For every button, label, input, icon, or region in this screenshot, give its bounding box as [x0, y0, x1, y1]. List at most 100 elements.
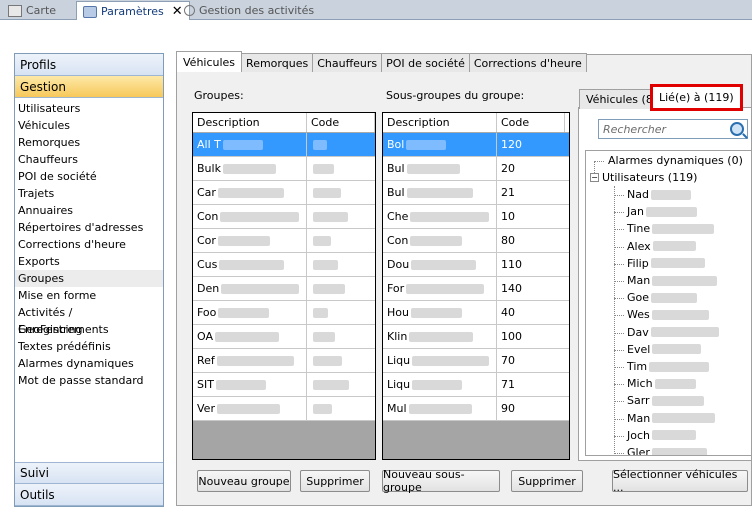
tree-node-user[interactable]: Joch [627, 427, 696, 444]
nav-section-profils[interactable]: Profils [15, 54, 163, 76]
select-vehicles-button[interactable]: Sélectionner véhicules ... [612, 468, 748, 494]
tab-carte[interactable]: Carte [2, 1, 62, 20]
table-row[interactable]: Hou 40 [383, 301, 569, 325]
nav-item[interactable]: Corrections d'heure [15, 236, 163, 253]
nav-item[interactable]: Remorques [15, 134, 163, 151]
nav-section-outils[interactable]: Outils [15, 484, 163, 506]
description-cell: Den [193, 277, 307, 300]
table-row[interactable]: Liqu 70 [383, 349, 569, 373]
tree-node-user[interactable]: Mich [627, 375, 696, 392]
tab-parametres[interactable]: Paramètres ✕ [76, 1, 190, 21]
table-row[interactable]: Klin 100 [383, 325, 569, 349]
table-row[interactable]: Con [193, 205, 375, 229]
subtab[interactable]: POI de société [381, 53, 470, 72]
tree-node-user[interactable]: Evel [627, 341, 702, 358]
collapse-icon[interactable]: − [590, 173, 599, 182]
nav-item[interactable]: Chauffeurs [15, 151, 163, 168]
description-cell: Con [193, 205, 307, 228]
search-input[interactable]: Rechercher [598, 119, 748, 139]
nav-item[interactable]: Groupes [15, 270, 163, 287]
description-cell: Bol [383, 133, 497, 156]
column-header[interactable]: Description [193, 113, 307, 132]
tree-node-utilisateurs[interactable]: Utilisateurs (119) [602, 169, 697, 186]
table-row[interactable]: Bulk [193, 157, 375, 181]
tree-node-user[interactable]: Alex [627, 238, 696, 255]
table-row[interactable]: Con 80 [383, 229, 569, 253]
code-cell [307, 277, 375, 300]
table-row[interactable]: Foo [193, 301, 375, 325]
groups-grid[interactable]: Description Code All T Bulk Car Con Cor Cus Den F… [192, 112, 376, 460]
tree-node-user[interactable]: Gler [627, 444, 707, 455]
redacted-text [313, 355, 342, 366]
nav-item[interactable]: POI de société [15, 168, 163, 185]
table-row[interactable]: Liqu 71 [383, 373, 569, 397]
table-row[interactable]: OA [193, 325, 375, 349]
tree-node-user[interactable]: Tine [627, 220, 715, 237]
tree-node-user[interactable]: Man [627, 410, 716, 427]
column-header[interactable]: Code [497, 113, 565, 132]
nav-item[interactable]: Activités / Enregistrements [15, 304, 163, 336]
search-icon[interactable] [730, 122, 744, 136]
table-row[interactable]: Ver [193, 397, 375, 421]
table-row[interactable]: Che 10 [383, 205, 569, 229]
tree-node-user[interactable]: Goe [627, 289, 698, 306]
table-row[interactable]: Ref [193, 349, 375, 373]
tree-node-user[interactable]: Wes [627, 306, 709, 323]
table-row[interactable]: Cus [193, 253, 375, 277]
table-row[interactable]: Den [193, 277, 375, 301]
tree-line [614, 229, 624, 231]
nav-section-gestion[interactable]: Gestion [15, 76, 163, 98]
table-row[interactable]: Mul 90 [383, 397, 569, 421]
delete-subgroup-button[interactable]: Supprimer [511, 470, 583, 492]
nav-item[interactable]: Exports [15, 253, 163, 270]
subtab[interactable]: Chauffeurs [312, 53, 383, 72]
table-row[interactable]: Bul 20 [383, 157, 569, 181]
code-cell [307, 181, 375, 204]
table-row[interactable]: For 140 [383, 277, 569, 301]
column-header[interactable]: Code [307, 113, 375, 132]
nav-item[interactable]: Utilisateurs [15, 100, 163, 117]
tree-node-user[interactable]: Dav [627, 324, 719, 341]
subtab[interactable]: Véhicules [176, 51, 243, 72]
nav-item[interactable]: Répertoires d'adresses [15, 219, 163, 236]
nav-item[interactable]: Textes prédéfinis [15, 338, 163, 355]
redacted-text [410, 307, 462, 318]
subtab[interactable]: Corrections d'heure [468, 53, 587, 72]
new-group-button[interactable]: Nouveau groupe [197, 470, 291, 492]
delete-group-button[interactable]: Supprimer [300, 470, 370, 492]
table-row[interactable]: Dou 110 [383, 253, 569, 277]
table-row[interactable]: Bol 120 [383, 133, 569, 157]
tree-node-user[interactable]: Sarr [627, 392, 704, 409]
nav-item[interactable]: Alarmes dynamiques [15, 355, 163, 372]
tree-node-user[interactable]: Tim [627, 358, 710, 375]
linked-tree: Alarmes dynamiques (0) − Utilisateurs (119… [585, 150, 752, 456]
tree-node-user[interactable]: Jan [627, 203, 697, 220]
tree-node-alarmes[interactable]: Alarmes dynamiques (0) [608, 152, 743, 169]
tree-node-user[interactable]: Man [627, 272, 718, 289]
tab-gestion-activites[interactable]: Gestion des activités [178, 1, 320, 20]
table-row[interactable]: Bul 21 [383, 181, 569, 205]
tab-linked-count[interactable]: Lié(e) à (119) [650, 84, 743, 111]
nav-item[interactable]: Mise en forme [15, 287, 163, 304]
nav-item[interactable]: Véhicules [15, 117, 163, 134]
table-row[interactable]: Cor [193, 229, 375, 253]
code-cell: 70 [497, 349, 565, 372]
tree-node-user[interactable]: Filip [627, 255, 705, 272]
nav-item[interactable]: Trajets [15, 185, 163, 202]
table-row[interactable]: All T [193, 133, 375, 157]
column-header[interactable]: Description [383, 113, 497, 132]
new-subgroup-button[interactable]: Nouveau sous-groupe [382, 468, 500, 494]
subgroups-grid[interactable]: Description Code Bol 120 Bul 20 Bul 21 Che 10 Con 8… [382, 112, 570, 460]
nav-item[interactable]: Annuaires [15, 202, 163, 219]
code-cell: 100 [497, 325, 565, 348]
description-text: Dou [387, 258, 410, 271]
subtab[interactable]: Remorques [241, 53, 314, 72]
nav-section-suivi[interactable]: Suivi [15, 462, 163, 484]
tree-node-user[interactable]: Nad [627, 186, 691, 203]
user-name: Man [627, 274, 651, 287]
tree-line [614, 332, 624, 334]
nav-item[interactable]: Mot de passe standard [15, 372, 163, 389]
table-row[interactable]: SIT [193, 373, 375, 397]
table-row[interactable]: Car [193, 181, 375, 205]
description-text: Cus [197, 258, 218, 271]
